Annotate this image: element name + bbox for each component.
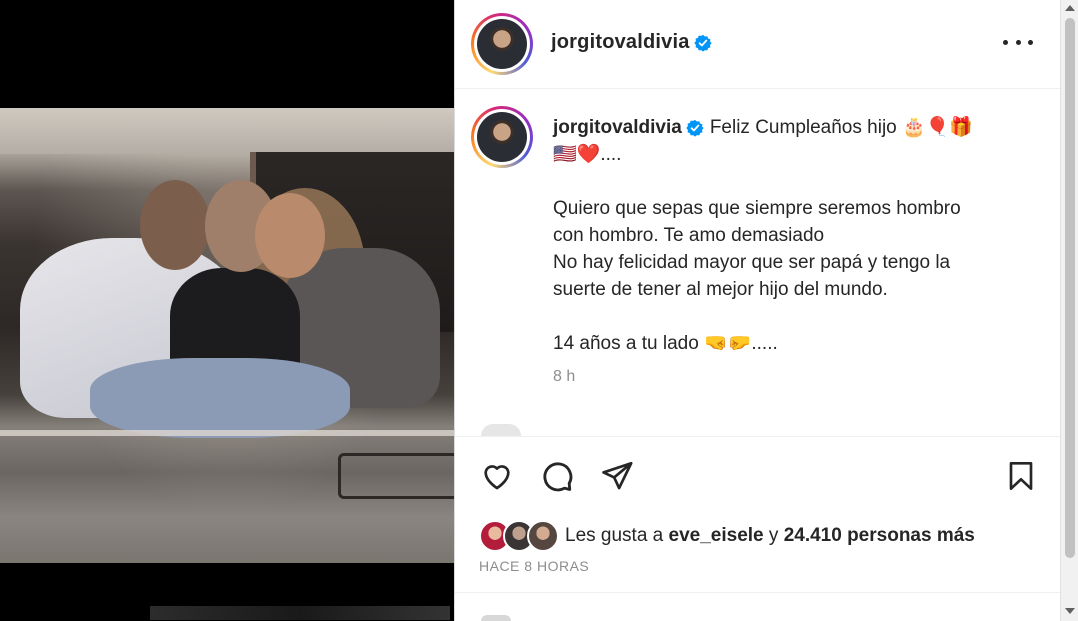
scroll-down-arrow-icon[interactable] [1065, 608, 1075, 614]
verified-badge-icon [686, 119, 704, 137]
divider [455, 592, 1061, 593]
comment-icon[interactable] [537, 456, 577, 496]
caption-closing-line: 14 años a tu lado 🤜🤛..... [553, 333, 778, 354]
scroll-up-arrow-icon[interactable] [1065, 5, 1075, 11]
likes-text: Les gusta a eve_eisele y 24.410 personas… [565, 525, 975, 547]
heart-icon[interactable] [477, 456, 517, 496]
post-header: jorgitovaldivia [455, 0, 1061, 89]
caption-paragraph-line: suerte de tener al mejor hijo del mundo. [553, 279, 888, 300]
post-date[interactable]: HACE 8 HORAS [479, 558, 589, 574]
caption-paragraph-line: con hombro. Te amo demasiado [553, 225, 825, 246]
comment-avatar-partial [481, 424, 521, 436]
likes-user[interactable]: eve_eisele [669, 525, 764, 546]
caption-avatar[interactable] [471, 106, 533, 168]
divider [455, 436, 1061, 437]
post-media[interactable] [0, 0, 454, 621]
post-caption: jorgitovaldivia Feliz Cumpleaños hijo 🎂🎈… [553, 114, 1023, 357]
caption-paragraph-line: No hay felicidad mayor que ser papá y te… [553, 252, 951, 273]
likes-prefix: Les gusta a [565, 525, 669, 546]
send-icon[interactable] [597, 456, 637, 496]
post-panel: jorgitovaldivia jorgitovaldivia Feliz Cu… [454, 0, 1061, 621]
likes-count[interactable]: 24.410 personas más [784, 525, 975, 546]
post-photo [0, 108, 454, 563]
likes-summary: Les gusta a eve_eisele y 24.410 personas… [479, 520, 975, 552]
comment-box-avatar-partial [481, 615, 511, 621]
likes-middle: y [763, 525, 784, 546]
scrollbar[interactable] [1060, 0, 1078, 621]
action-bar [477, 456, 1037, 496]
header-username[interactable]: jorgitovaldivia [551, 31, 690, 54]
caption-paragraph-line: Quiero que sepas que siempre seremos hom… [553, 198, 961, 219]
caption-line-2: 🇺🇸❤️.... [553, 144, 622, 165]
caption-line-1: Feliz Cumpleaños hijo 🎂🎈🎁 [709, 117, 973, 138]
caption-username[interactable]: jorgitovaldivia [553, 117, 682, 138]
verified-badge-icon [693, 34, 712, 52]
caption-timestamp[interactable]: 8 h [553, 368, 575, 386]
bookmark-icon[interactable] [1001, 456, 1041, 496]
more-options-icon[interactable] [1003, 30, 1033, 54]
author-avatar[interactable] [471, 13, 533, 75]
media-bottom-strip [150, 606, 450, 620]
scrollbar-thumb[interactable] [1065, 18, 1075, 558]
liker-avatar [527, 520, 559, 552]
